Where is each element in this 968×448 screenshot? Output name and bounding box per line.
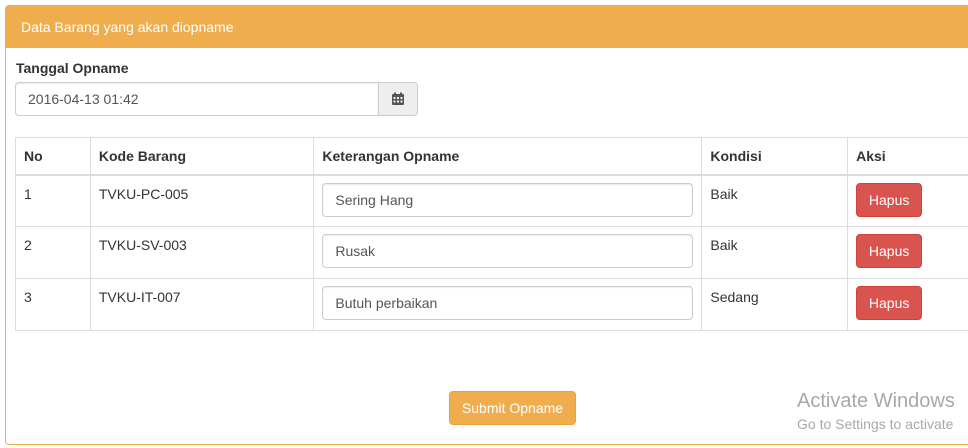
keterangan-input[interactable] — [322, 234, 694, 268]
calendar-icon-glyph — [392, 92, 404, 105]
date-field[interactable] — [15, 82, 378, 116]
table-row: 2 TVKU-SV-003 Baik Hapus — [15, 226, 968, 279]
row-kode-barang: TVKU-PC-005 — [89, 174, 315, 227]
table-row: 1 TVKU-PC-005 Baik Hapus — [15, 174, 968, 227]
header-no: No — [15, 137, 91, 176]
row-kondisi: Baik — [701, 226, 849, 279]
opname-table: No Kode Barang Keterangan Opname Kondisi… — [15, 137, 968, 331]
header-aksi: Aksi — [847, 137, 968, 176]
submit-opname-button[interactable]: Submit Opname — [449, 391, 576, 425]
row-keterangan-cell — [313, 174, 703, 227]
watermark-title: Activate Windows — [797, 390, 955, 412]
row-aksi-cell: Hapus — [847, 278, 968, 331]
row-no: 3 — [15, 278, 91, 331]
calendar-icon[interactable] — [378, 82, 418, 116]
row-no: 2 — [15, 226, 91, 279]
header-kondisi: Kondisi — [701, 137, 849, 176]
row-kondisi: Baik — [701, 174, 849, 227]
keterangan-input[interactable] — [322, 286, 694, 320]
date-input-group — [15, 82, 418, 116]
row-kode-barang: TVKU-IT-007 — [89, 278, 315, 331]
watermark-subtitle: Go to Settings to activate — [797, 416, 954, 432]
row-kode-barang: TVKU-SV-003 — [89, 226, 315, 279]
date-label: Tanggal Opname — [16, 60, 129, 76]
row-aksi-cell: Hapus — [847, 226, 968, 279]
hapus-button[interactable]: Hapus — [856, 234, 923, 268]
row-keterangan-cell — [313, 278, 703, 331]
hapus-button[interactable]: Hapus — [856, 286, 923, 320]
table-row: 3 TVKU-IT-007 Sedang Hapus — [15, 278, 968, 331]
activate-windows-watermark: Activate Windows Go to Settings to activ… — [797, 390, 955, 434]
row-aksi-cell: Hapus — [847, 174, 968, 227]
table-header-row: No Kode Barang Keterangan Opname Kondisi… — [15, 137, 968, 176]
keterangan-input[interactable] — [322, 182, 694, 217]
hapus-button[interactable]: Hapus — [856, 182, 923, 217]
panel-heading: Data Barang yang akan diopname — [6, 6, 968, 48]
row-kondisi: Sedang — [701, 278, 849, 331]
header-kode-barang: Kode Barang — [89, 137, 315, 176]
header-keterangan: Keterangan Opname — [313, 137, 703, 176]
row-no: 1 — [15, 174, 91, 227]
row-keterangan-cell — [313, 226, 703, 279]
